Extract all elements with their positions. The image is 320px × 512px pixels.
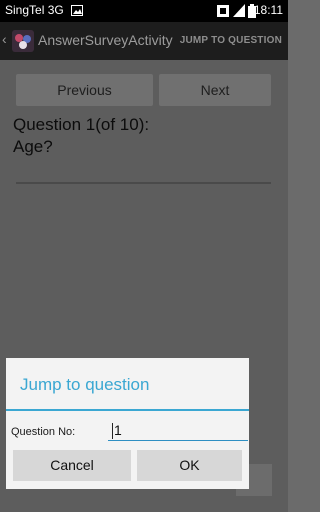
app-title: AnswerSurveyActivity <box>38 32 173 48</box>
jump-to-question-dialog: Jump to question Question No: Cancel OK <box>6 358 249 489</box>
signal-icon <box>233 4 245 17</box>
text-cursor <box>112 423 113 439</box>
question-header: Question 1(of 10): <box>13 115 150 134</box>
image-icon <box>71 5 83 16</box>
app-icon[interactable] <box>12 30 34 52</box>
answer-field[interactable] <box>16 182 271 184</box>
question-number-input[interactable] <box>108 420 248 441</box>
question-text: Age? <box>13 137 53 156</box>
question-number-label: Question No: <box>11 426 76 438</box>
carrier-label: SingTel 3G <box>5 3 64 17</box>
up-caret-icon[interactable]: ‹ <box>2 31 7 47</box>
clock: 18:11 <box>253 3 283 17</box>
jump-to-question-action[interactable]: JUMP TO QUESTION <box>180 35 282 46</box>
status-bar: SingTel 3G 18:11 <box>0 0 288 22</box>
ok-button[interactable]: OK <box>137 450 242 481</box>
cancel-button[interactable]: Cancel <box>13 450 131 481</box>
dialog-title: Jump to question <box>20 375 150 394</box>
question-block: Question 1(of 10): Age? <box>13 114 149 158</box>
previous-button[interactable]: Previous <box>16 74 153 106</box>
next-button[interactable]: Next <box>159 74 271 106</box>
action-bar: ‹ AnswerSurveyActivity JUMP TO QUESTION <box>0 22 288 60</box>
sim-icon <box>217 5 229 17</box>
dialog-divider <box>6 409 249 411</box>
